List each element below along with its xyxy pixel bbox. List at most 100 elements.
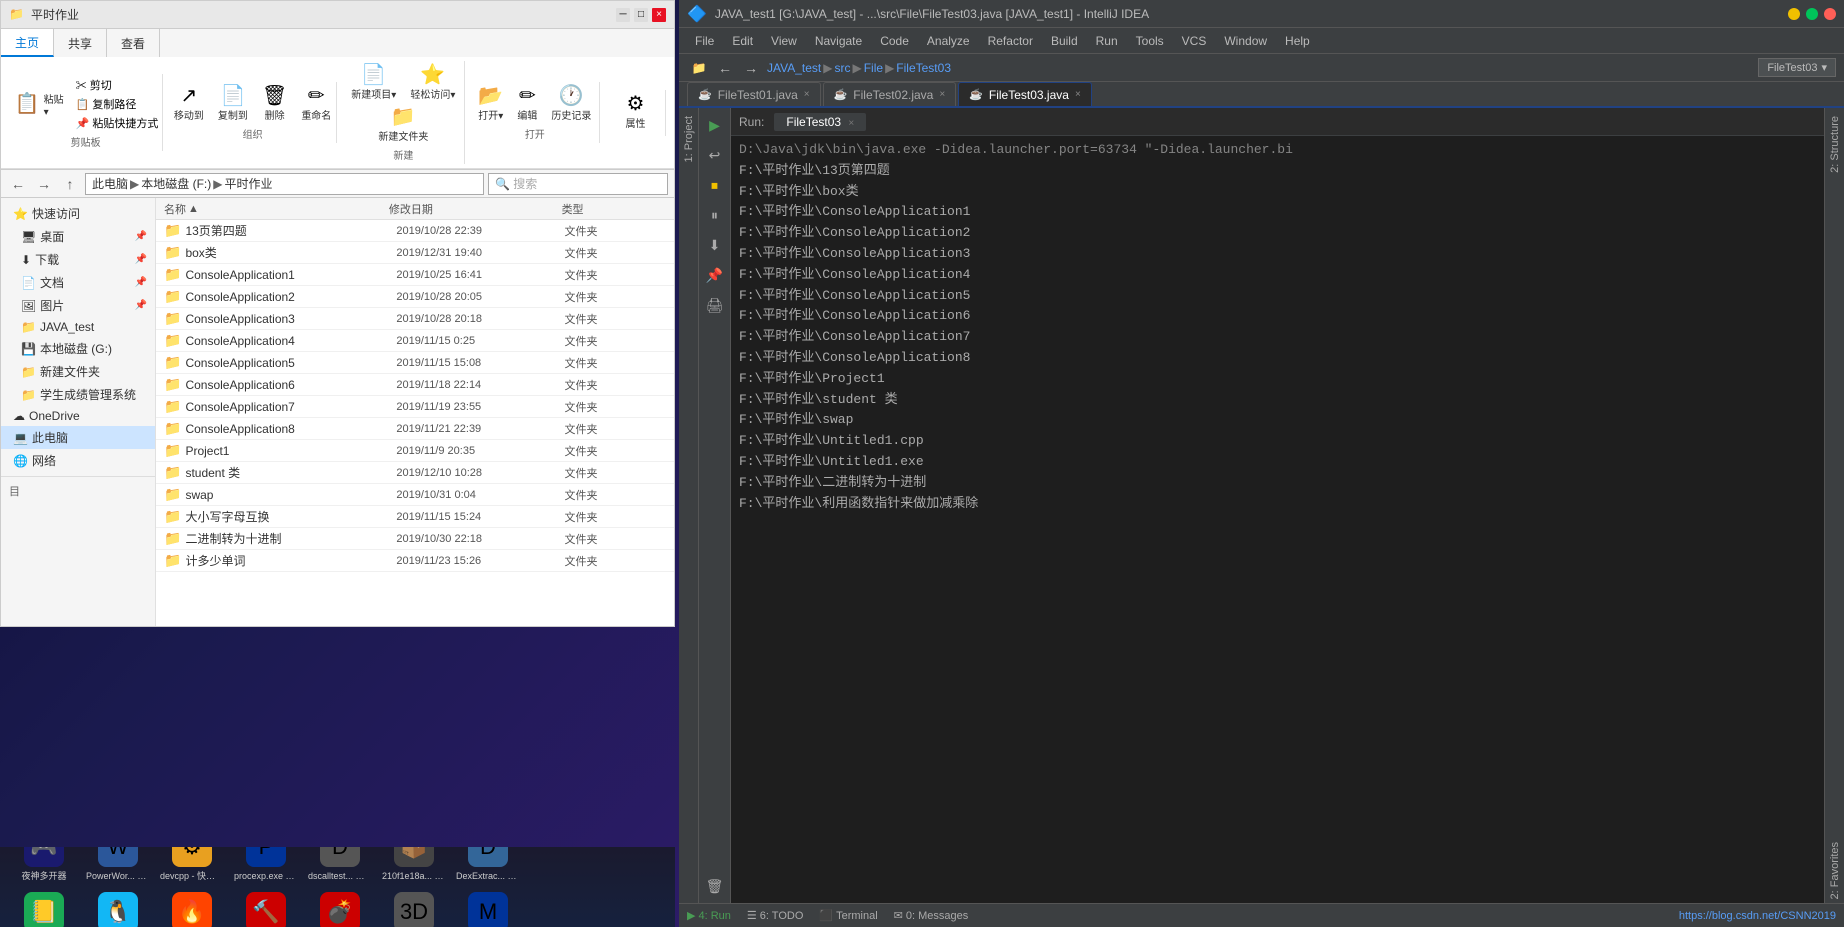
structure-panel-label[interactable]: 2: Structure xyxy=(1827,112,1843,177)
history-button[interactable]: 🕐 历史记录 xyxy=(545,84,597,124)
status-todo[interactable]: ☰ 6: TODO xyxy=(747,909,803,922)
sidebar-item-thispc[interactable]: 💻 此电脑 xyxy=(1,426,155,449)
sidebar-item-pictures[interactable]: 🖼 图片 📌 xyxy=(1,294,155,317)
open-button[interactable]: 📂 打开▾ xyxy=(472,84,509,124)
search-box[interactable]: 🔍 搜索 xyxy=(488,173,668,195)
file-row[interactable]: 📁 13页第四题 2019/10/28 22:39 文件夹 xyxy=(156,220,674,242)
file-row[interactable]: 📁 ConsoleApplication2 2019/10/28 20:05 文… xyxy=(156,286,674,308)
sidebar-item-documents[interactable]: 📄 文档 📌 xyxy=(1,271,155,294)
taskbar-app[interactable]: P procexp.exe 快捷方式 xyxy=(230,847,302,886)
taskbar-app[interactable]: M MFC.exe 快捷方式 xyxy=(452,888,524,927)
menu-tools[interactable]: Tools xyxy=(1128,32,1172,50)
status-url[interactable]: https://blog.csdn.net/CSNN2019 xyxy=(1679,910,1836,922)
copy-path-button[interactable]: 📋 复制路径 xyxy=(72,95,163,113)
menu-code[interactable]: Code xyxy=(872,32,917,50)
file-row[interactable]: 📁 swap 2019/10/31 0:04 文件夹 xyxy=(156,484,674,506)
delete-button[interactable]: 🗑 删除 xyxy=(256,84,293,124)
ribbon-tab-share[interactable]: 共享 xyxy=(54,29,107,57)
taskbar-app[interactable]: D DexExtrac... 快捷方式 xyxy=(452,847,524,886)
rerun-button[interactable]: ↩ xyxy=(702,142,728,168)
taskbar-app[interactable]: D dscalltest... 快捷方式 xyxy=(304,847,376,886)
menu-refactor[interactable]: Refactor xyxy=(980,32,1041,50)
menu-run[interactable]: Run xyxy=(1088,32,1126,50)
menu-build[interactable]: Build xyxy=(1043,32,1086,50)
sidebar-item-quickaccess[interactable]: ⭐ 快速访问 xyxy=(1,202,155,225)
tab-filetest01[interactable]: ☕ FileTest01.java × xyxy=(687,82,821,106)
stop-button[interactable]: ⏹ xyxy=(702,172,728,198)
maximize-button[interactable]: □ xyxy=(634,8,648,22)
project-panel-button[interactable]: 📁 xyxy=(687,57,711,79)
favorites-panel-label[interactable]: 2: Favorites xyxy=(1827,838,1843,903)
nav-forward-button[interactable]: → xyxy=(739,57,763,79)
breadcrumb-filetest03[interactable]: FileTest03 xyxy=(896,61,951,75)
paste-shortcut-button[interactable]: 📌 粘贴快捷方式 xyxy=(72,114,163,132)
col-type-header[interactable]: 类型 xyxy=(554,201,674,217)
sidebar-item-network[interactable]: 🌐 网络 xyxy=(1,449,155,472)
file-row[interactable]: 📁 Project1 2019/11/9 20:35 文件夹 xyxy=(156,440,674,462)
breadcrumb-src[interactable]: src xyxy=(834,61,850,75)
run-button[interactable]: ▶ xyxy=(702,112,728,138)
file-row[interactable]: 📁 box类 2019/12/31 19:40 文件夹 xyxy=(156,242,674,264)
file-row[interactable]: 📁 大小写字母互换 2019/11/15 15:24 文件夹 xyxy=(156,506,674,528)
status-messages[interactable]: ✉ 0: Messages xyxy=(894,909,969,922)
taskbar-app[interactable]: 🔨 吾爱破解 [LCG].ex... xyxy=(230,888,302,927)
project-panel-label[interactable]: 1: Project xyxy=(681,112,697,166)
tab-filetest03-close[interactable]: × xyxy=(1075,89,1081,100)
up-button[interactable]: ↑ xyxy=(59,173,81,195)
tab-filetest02-close[interactable]: × xyxy=(939,89,945,100)
file-row[interactable]: 📁 ConsoleApplication1 2019/10/25 16:41 文… xyxy=(156,264,674,286)
sidebar-item-onedrive[interactable]: ☁ OneDrive xyxy=(1,406,155,426)
menu-analyze[interactable]: Analyze xyxy=(919,32,978,50)
taskbar-app[interactable]: 📒 有道云笔记 xyxy=(8,888,80,927)
sidebar-item-javatest[interactable]: 📁 JAVA_test xyxy=(1,317,155,337)
status-run[interactable]: ▶ 4: Run xyxy=(687,909,731,922)
file-row[interactable]: 📁 student 类 2019/12/10 10:28 文件夹 xyxy=(156,462,674,484)
ide-maximize-button[interactable] xyxy=(1806,8,1818,20)
taskbar-app[interactable]: 📦 210f1e18a... 快捷方式 xyxy=(378,847,450,886)
menu-edit[interactable]: Edit xyxy=(724,32,761,50)
cut-button[interactable]: ✂ 剪切 xyxy=(72,76,163,94)
nav-back-button[interactable]: ← xyxy=(713,57,737,79)
menu-navigate[interactable]: Navigate xyxy=(807,32,870,50)
file-row[interactable]: 📁 计多少单词 2019/11/23 15:26 文件夹 xyxy=(156,550,674,572)
address-path[interactable]: 此电脑 ▶ 本地磁盘 (F:) ▶ 平时作业 xyxy=(85,173,484,195)
paste-button[interactable]: 📋 粘贴 ▾ xyxy=(9,76,70,132)
sidebar-item-drive-g[interactable]: 💾 本地磁盘 (G:) xyxy=(1,337,155,360)
file-row[interactable]: 📁 ConsoleApplication8 2019/11/21 22:39 文… xyxy=(156,418,674,440)
move-button[interactable]: ↗ 移动到 xyxy=(168,84,210,124)
pause-button[interactable]: ⏸ xyxy=(702,202,728,228)
new-folder-button[interactable]: 📁 新建文件夹 xyxy=(372,105,434,145)
col-date-header[interactable]: 修改日期 xyxy=(381,201,554,217)
file-row[interactable]: 📁 ConsoleApplication3 2019/10/28 20:18 文… xyxy=(156,308,674,330)
menu-vcs[interactable]: VCS xyxy=(1174,32,1215,50)
minimize-button[interactable]: ─ xyxy=(616,8,630,22)
file-row[interactable]: 📁 ConsoleApplication7 2019/11/19 23:55 文… xyxy=(156,396,674,418)
menu-help[interactable]: Help xyxy=(1277,32,1318,50)
properties-button[interactable]: ⚙ 属性 xyxy=(620,92,652,132)
sidebar-item-downloads[interactable]: ⬇ 下载 📌 xyxy=(1,248,155,271)
run-tab-close[interactable]: × xyxy=(848,118,854,129)
file-row[interactable]: 📁 ConsoleApplication6 2019/11/18 22:14 文… xyxy=(156,374,674,396)
ribbon-tab-home[interactable]: 主页 xyxy=(1,29,54,57)
sidebar-item-newfolder[interactable]: 📁 新建文件夹 xyxy=(1,360,155,383)
new-item-button[interactable]: 📄 新建项目▾ xyxy=(345,63,402,103)
taskbar-app[interactable]: 🎮 夜神多开器 xyxy=(8,847,80,886)
taskbar-app[interactable]: 🐧 腾讯QQ xyxy=(82,888,154,927)
run-tab-filetest03[interactable]: FileTest03 × xyxy=(774,113,866,131)
breadcrumb-javatest[interactable]: JAVA_test xyxy=(767,61,821,75)
taskbar-app[interactable]: 💣 winmine.exe 快捷方式 xyxy=(304,888,376,927)
taskbar-app[interactable]: W PowerWor... 快捷方式 xyxy=(82,847,154,886)
close-button[interactable]: × xyxy=(652,8,666,22)
file-row[interactable]: 📁 ConsoleApplication5 2019/11/15 15:08 文… xyxy=(156,352,674,374)
sidebar-item-gradesmgmt[interactable]: 📁 学生成绩管理系统 xyxy=(1,383,155,406)
file-row[interactable]: 📁 二进制转为十进制 2019/10/30 22:18 文件夹 xyxy=(156,528,674,550)
pin-button[interactable]: 📌 xyxy=(702,262,728,288)
print-button[interactable]: 🖨 xyxy=(702,292,728,318)
step-over-button[interactable]: ⬇ xyxy=(702,232,728,258)
rename-button[interactable]: ✏ 重命名 xyxy=(295,84,337,124)
menu-window[interactable]: Window xyxy=(1216,32,1275,50)
menu-view[interactable]: View xyxy=(763,32,805,50)
edit-button[interactable]: ✏ 编辑 xyxy=(511,84,543,124)
back-button[interactable]: ← xyxy=(7,173,29,195)
breadcrumb-file[interactable]: File xyxy=(864,61,883,75)
